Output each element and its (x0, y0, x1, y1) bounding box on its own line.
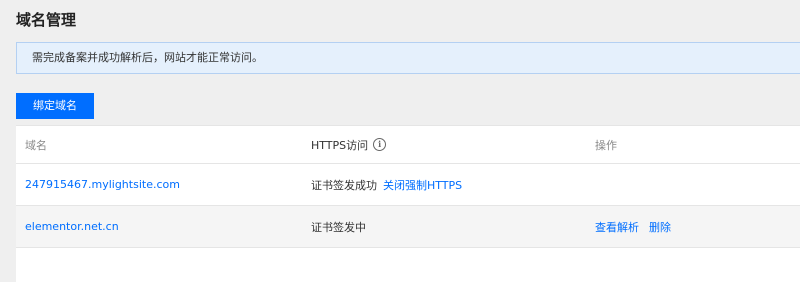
table-header: 域名 HTTPS访问 i 操作 (16, 126, 800, 164)
domain-link[interactable]: 247915467.mylightsite.com (25, 164, 180, 205)
view-dns-link[interactable]: 查看解析 (595, 219, 639, 235)
notice-banner: 需完成备案并成功解析后，网站才能正常访问。 (16, 42, 800, 74)
bind-domain-button[interactable]: 绑定域名 (16, 93, 94, 119)
delete-link[interactable]: 删除 (649, 219, 671, 235)
domain-link-text[interactable]: 247915467.mylightsite.com (25, 178, 180, 191)
cert-status: 证书签发成功 (311, 178, 377, 192)
domain-link-text[interactable]: elementor.net.cn (25, 220, 119, 233)
notice-text: 需完成备案并成功解析后，网站才能正常访问。 (32, 51, 263, 64)
table-row: 247915467.mylightsite.com 证书签发成功 关闭强制HTT… (16, 164, 800, 206)
https-cell: 证书签发成功 关闭强制HTTPS (311, 164, 462, 205)
table-row: elementor.net.cn 证书签发中 查看解析 删除 (16, 206, 800, 248)
domain-table: 域名 HTTPS访问 i 操作 247915467.mylightsite.co… (16, 125, 800, 282)
info-icon[interactable]: i (373, 138, 387, 151)
header-https: HTTPS访问 i (311, 126, 387, 163)
actions-cell: 查看解析 删除 (595, 206, 671, 247)
header-https-label: HTTPS访问 (311, 138, 369, 152)
https-cell: 证书签发中 (311, 206, 366, 247)
header-domain: 域名 (25, 138, 47, 152)
page-title: 域名管理 (16, 11, 77, 29)
domain-link[interactable]: elementor.net.cn (25, 206, 119, 247)
cert-status: 证书签发中 (311, 220, 366, 234)
header-actions: 操作 (595, 138, 617, 152)
disable-force-https-link[interactable]: 关闭强制HTTPS (383, 177, 462, 193)
page: 域名管理 需完成备案并成功解析后，网站才能正常访问。 绑定域名 域名 HTTPS… (0, 0, 800, 282)
